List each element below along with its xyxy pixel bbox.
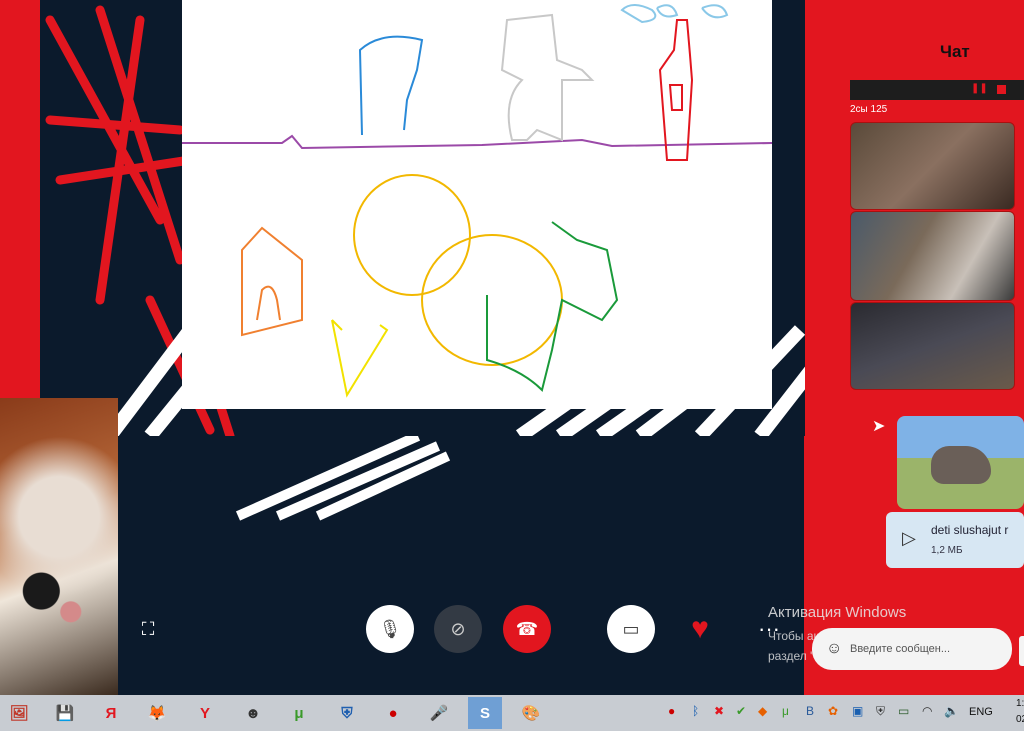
skype-app[interactable]: S bbox=[468, 697, 502, 729]
message-input-placeholder: Введите сообщен... bbox=[850, 643, 951, 655]
chat-counter: 2сы 125 bbox=[850, 104, 888, 115]
volume-icon[interactable]: 🔈 bbox=[944, 704, 959, 718]
chat-button[interactable]: ▭ bbox=[607, 605, 655, 653]
voice-app[interactable]: 🎤 bbox=[422, 697, 456, 729]
heart-button[interactable]: ♥ bbox=[676, 605, 724, 653]
camera-button[interactable]: ⊘ bbox=[434, 605, 482, 653]
send-button[interactable] bbox=[1019, 636, 1024, 666]
clock-date[interactable]: 02.12 bbox=[1016, 714, 1024, 725]
check-tray-icon[interactable]: ✔ bbox=[736, 704, 746, 718]
firefox-app[interactable]: 🦊 bbox=[140, 697, 174, 729]
drawing bbox=[182, 4, 773, 398]
elephant-image-message[interactable] bbox=[897, 416, 1024, 509]
chat-icon: ▭ bbox=[622, 618, 640, 639]
battery-icon[interactable]: ▭ bbox=[898, 704, 909, 718]
network-tray-icon[interactable]: ▣ bbox=[852, 704, 863, 718]
stop-icon[interactable] bbox=[997, 85, 1006, 94]
wifi-icon[interactable]: ◠ bbox=[922, 704, 932, 718]
mic-button[interactable]: 🎙 bbox=[366, 605, 414, 653]
audio-file-size: 1,2 МБ bbox=[931, 545, 963, 556]
heart-icon: ♥ bbox=[691, 612, 709, 645]
chat-title: Чат bbox=[940, 42, 970, 61]
camera-off-icon: ⊘ bbox=[450, 618, 466, 639]
call-video-area bbox=[118, 431, 804, 695]
paint-brush-app[interactable]: 🎨 bbox=[514, 697, 548, 729]
aimp-app[interactable]: ☻ bbox=[236, 697, 270, 729]
avast-tray-icon[interactable]: ◆ bbox=[758, 704, 767, 718]
emoji-icon[interactable]: ☺ bbox=[826, 640, 842, 658]
fullscreen-icon[interactable]: ⛶ bbox=[136, 617, 160, 641]
pause-icon[interactable]: ❚❚ bbox=[971, 84, 988, 94]
clock-time[interactable]: 1: bbox=[1016, 698, 1024, 709]
media-thumbnail[interactable] bbox=[850, 302, 1015, 390]
hangup-button[interactable]: ☎ bbox=[503, 605, 551, 653]
security-app[interactable]: ⛨ bbox=[330, 697, 364, 729]
drawing-canvas[interactable] bbox=[182, 0, 773, 409]
self-view-video bbox=[0, 398, 118, 695]
media-thumbnail[interactable] bbox=[850, 122, 1015, 210]
yandex-app[interactable]: Я bbox=[94, 697, 128, 729]
audio-file-name: deti slushajut r bbox=[931, 523, 1009, 537]
yandex-browser-app[interactable]: Y bbox=[188, 697, 222, 729]
bluetooth-icon[interactable]: ᛒ bbox=[692, 704, 699, 718]
media-thumbnail[interactable] bbox=[850, 211, 1015, 301]
recorder-app[interactable]: ● bbox=[376, 697, 410, 729]
utorrent-app[interactable]: μ bbox=[282, 697, 316, 729]
language-indicator[interactable]: ENG bbox=[969, 706, 993, 718]
vk-tray-icon[interactable]: B bbox=[806, 704, 814, 718]
utorrent-tray-icon[interactable]: μ bbox=[782, 704, 789, 718]
record-tray-icon[interactable]: ● bbox=[668, 704, 675, 718]
hangup-icon: ☎ bbox=[515, 618, 539, 639]
paint-app[interactable]: 🖼 bbox=[2, 697, 36, 729]
play-icon[interactable]: ▷ bbox=[902, 528, 916, 549]
settings-tray-icon[interactable]: ✿ bbox=[828, 704, 838, 718]
more-icon: ··· bbox=[758, 616, 780, 641]
microphone-icon: 🎙 bbox=[378, 618, 402, 639]
save-app[interactable]: 💾 bbox=[48, 697, 82, 729]
more-button[interactable]: ··· bbox=[745, 605, 793, 653]
close-tray-icon[interactable]: ✖ bbox=[714, 704, 724, 718]
shield-tray-icon[interactable]: ⛨ bbox=[876, 704, 885, 719]
sent-arrow-icon: ➤ bbox=[872, 418, 886, 435]
